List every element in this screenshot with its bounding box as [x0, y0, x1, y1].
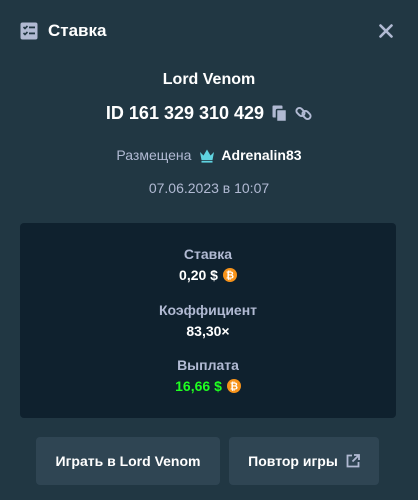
- payout-label: Выплата: [177, 357, 239, 373]
- close-button[interactable]: [376, 21, 396, 41]
- placed-label: Размещена: [116, 147, 192, 163]
- bet-amount-stat: Ставка 0,20 $ ₿: [20, 245, 396, 284]
- game-name: Lord Venom: [162, 71, 256, 88]
- bet-details-modal: Ставка Lord Venom ID 161 329 310 429 Раз…: [0, 0, 418, 500]
- close-icon: [379, 24, 393, 38]
- modal-header: Ставка: [0, 0, 418, 62]
- payout-row: 16,66 $ ₿: [20, 377, 396, 395]
- bet-amount-label: Ставка: [183, 246, 233, 262]
- replay-game-label: Повтор игры: [248, 453, 338, 469]
- multiplier-value: 83,30×: [186, 323, 230, 339]
- svg-text:₿: ₿: [230, 381, 238, 393]
- modal-title: Ставка: [48, 21, 107, 40]
- link-icon[interactable]: [295, 105, 312, 122]
- payout-value: 16,66 $: [175, 378, 222, 394]
- bitcoin-icon: ₿: [226, 379, 241, 393]
- play-game-button[interactable]: Играть в Lord Venom: [36, 437, 220, 485]
- payout-stat: Выплата 16,66 $ ₿: [20, 356, 396, 395]
- username-link[interactable]: Adrenalin83: [221, 145, 301, 165]
- copy-icon[interactable]: [272, 105, 288, 122]
- bet-amount-value: 0,20 $: [179, 267, 218, 283]
- multiplier-row: 83,30×: [20, 322, 396, 340]
- multiplier-stat: Коэффициент 83,30×: [20, 301, 396, 340]
- bet-slip-icon: [20, 22, 38, 40]
- bet-datetime: 07.06.2023 в 10:07: [148, 180, 270, 196]
- bitcoin-icon: ₿: [222, 268, 237, 282]
- play-game-label: Играть в Lord Venom: [55, 453, 201, 469]
- bet-id-row: ID 161 329 310 429: [0, 101, 418, 125]
- vip-crown-icon: [199, 148, 215, 163]
- external-link-icon: [346, 454, 360, 468]
- bet-amount-row: 0,20 $ ₿: [20, 266, 396, 284]
- placed-by-row: Размещена Adrenalin83: [0, 145, 418, 165]
- bet-stats-panel: Ставка 0,20 $ ₿ Коэффициент 83,30× Выпла…: [20, 223, 396, 418]
- multiplier-label: Коэффициент: [158, 302, 258, 318]
- bet-id: ID 161 329 310 429: [105, 103, 265, 123]
- replay-game-button[interactable]: Повтор игры: [229, 437, 379, 485]
- svg-text:₿: ₿: [226, 270, 234, 282]
